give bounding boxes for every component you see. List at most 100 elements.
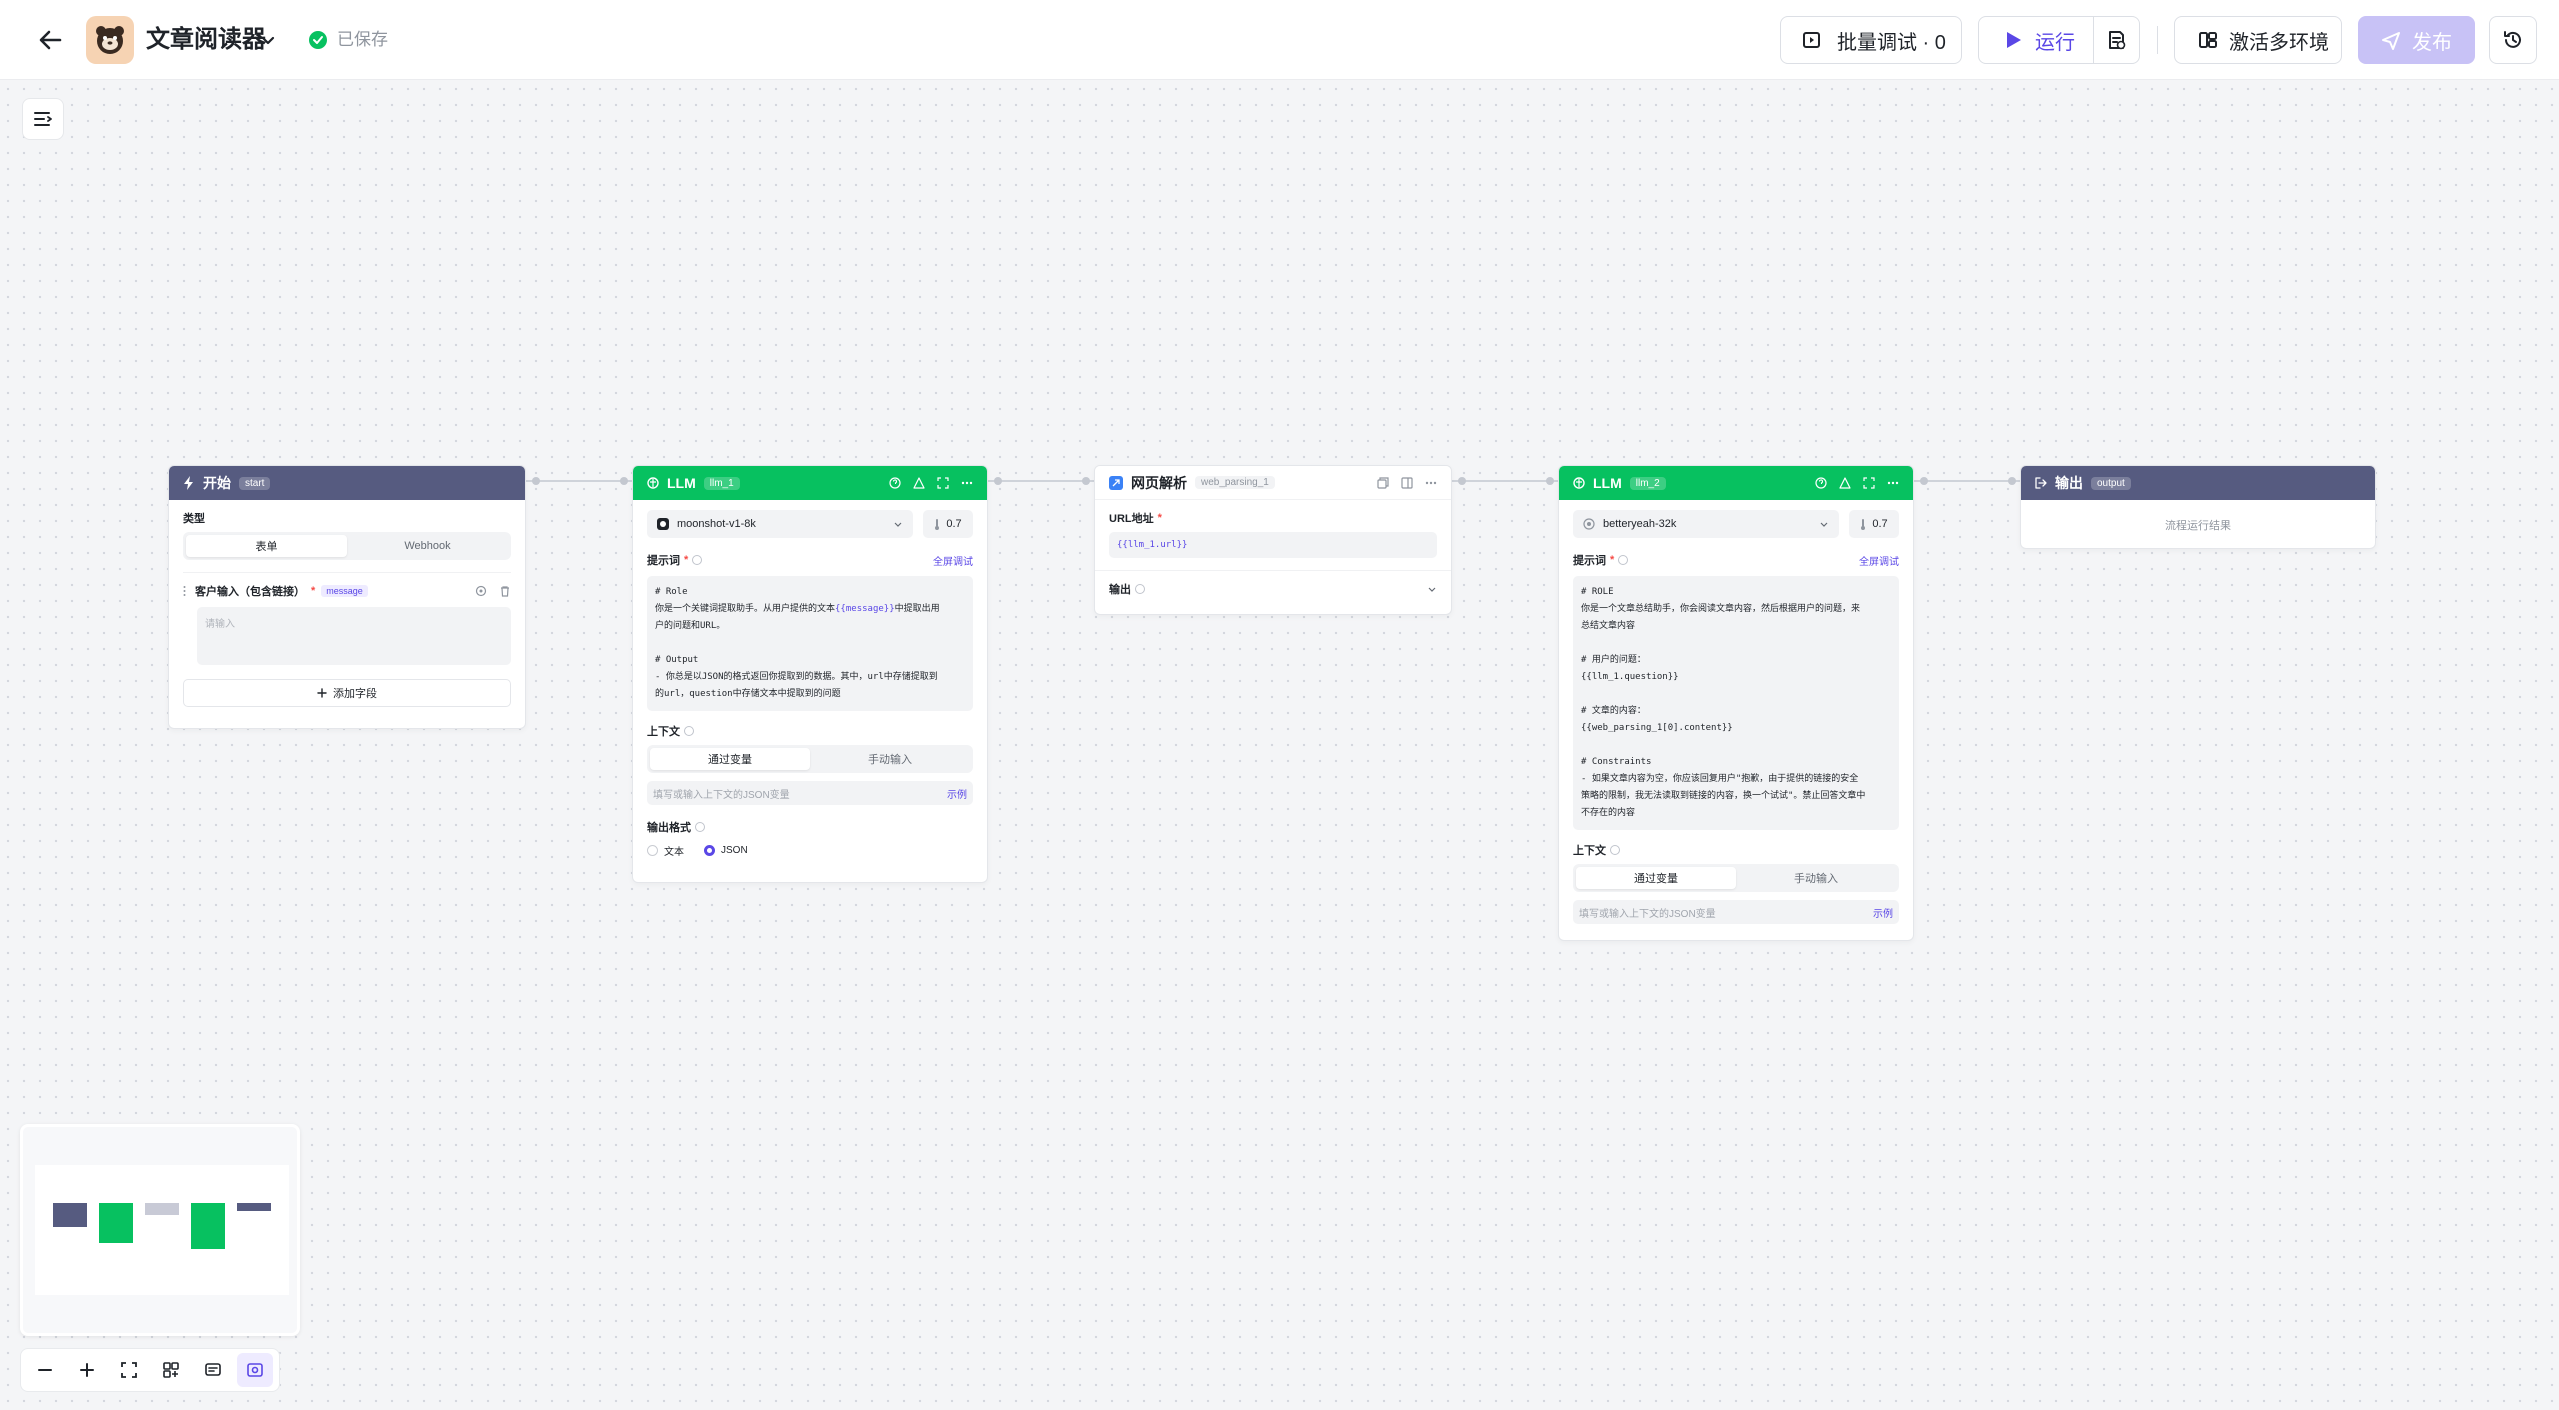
chevron-down-icon[interactable] <box>258 30 278 50</box>
more-icon[interactable] <box>1887 477 1899 489</box>
map-icon <box>247 1363 263 1377</box>
node-start[interactable]: 开始 start 类型 表单 Webhook 客户输入（包含链接） * mess… <box>168 465 526 729</box>
help-icon[interactable] <box>889 477 901 489</box>
node-title: LLM <box>667 475 696 491</box>
comment-button[interactable] <box>195 1353 231 1387</box>
sidebar-toggle-button[interactable] <box>22 98 64 140</box>
prompt-line: 户的问题和URL。 <box>655 621 726 631</box>
auto-layout-button[interactable] <box>153 1353 189 1387</box>
history-button[interactable] <box>2489 16 2537 64</box>
document-run-icon <box>2109 31 2126 50</box>
minimap-toggle-button[interactable] <box>237 1353 273 1387</box>
node-output[interactable]: 输出 output 流程运行结果 <box>2020 465 2376 549</box>
panel-icon[interactable] <box>1401 476 1413 489</box>
context-manual-input[interactable]: 手动输入 <box>1736 867 1896 889</box>
exit-icon <box>2035 477 2047 489</box>
batch-debug-button[interactable]: 批量调试 · 0 <box>1780 16 1962 64</box>
fullscreen-debug-link[interactable]: 全屏调试 <box>933 553 973 568</box>
play-icon <box>2007 32 2021 48</box>
format-json-radio[interactable]: JSON <box>704 845 748 856</box>
prompt-editor[interactable]: # Role 你是一个关键词提取助手。从用户提供的文本{{message}}中提… <box>647 576 973 711</box>
drag-handle-icon[interactable] <box>183 585 189 597</box>
warning-icon[interactable] <box>913 477 925 489</box>
prompt-editor[interactable]: # ROLE 你是一个文章总结助手，你会阅读文章内容，然后根据用户的问题，来 总… <box>1573 576 1899 830</box>
activate-env-button[interactable]: 激活多环境 <box>2174 16 2342 64</box>
more-icon[interactable] <box>961 477 973 489</box>
fullscreen-debug-link[interactable]: 全屏调试 <box>1859 553 1899 568</box>
example-link[interactable]: 示例 <box>1873 905 1893 920</box>
back-arrow-icon[interactable] <box>34 24 66 56</box>
zoom-in-button[interactable] <box>69 1353 105 1387</box>
context-label-row: 上下文 <box>1573 842 1899 858</box>
example-link[interactable]: 示例 <box>947 786 967 801</box>
output-format-label: 输出格式 <box>647 822 691 834</box>
context-by-variable[interactable]: 通过变量 <box>650 748 810 770</box>
node-web-parsing[interactable]: 网页解析 web_parsing_1 URL地址 * {{llm_1.url}}… <box>1094 465 1452 615</box>
context-variable-input[interactable]: 填写或输入上下文的JSON变量 示例 <box>1573 900 1899 924</box>
minimap[interactable] <box>20 1124 300 1336</box>
menu-collapse-icon <box>34 112 52 126</box>
expand-icon[interactable] <box>937 477 949 489</box>
node-llm-1[interactable]: LLM llm_1 moonshot-v1-8k 0.7 提示词 * 全屏调试 <box>632 465 988 883</box>
node-output-header[interactable]: 输出 output <box>2021 466 2375 500</box>
zoom-out-button[interactable] <box>27 1353 63 1387</box>
edge-port <box>620 477 628 485</box>
help-icon[interactable] <box>1815 477 1827 489</box>
type-option-form[interactable]: 表单 <box>186 535 347 557</box>
prompt-line: 你是一个关键词提取助手。从用户提供的文本 <box>655 604 836 614</box>
url-label-row: URL地址 * <box>1109 512 1162 525</box>
node-llm-2-header[interactable]: LLM llm_2 <box>1559 466 1913 500</box>
llm-brain-icon <box>647 477 659 489</box>
prompt-label: 提示词 <box>647 555 680 567</box>
model-select[interactable]: betteryeah-32k <box>1573 510 1839 538</box>
context-variable-input[interactable]: 填写或输入上下文的JSON变量 示例 <box>647 781 973 805</box>
more-icon[interactable] <box>1425 477 1437 489</box>
copy-icon[interactable] <box>1377 476 1389 489</box>
plus-icon <box>317 688 327 698</box>
context-by-variable[interactable]: 通过变量 <box>1576 867 1736 889</box>
input-field-row[interactable]: 客户输入（包含链接） * message <box>183 583 511 599</box>
prompt-variable: {{message}} <box>835 604 895 614</box>
minus-icon <box>38 1369 52 1371</box>
warning-icon[interactable] <box>1839 477 1851 489</box>
field-preview-input[interactable]: 请输入 <box>197 607 511 665</box>
expand-icon[interactable] <box>1863 477 1875 489</box>
run-button[interactable]: 运行 <box>1979 17 2094 63</box>
trash-icon[interactable] <box>499 585 511 597</box>
run-log-button[interactable] <box>2094 17 2139 63</box>
bear-logo-icon <box>96 26 124 54</box>
node-tag: llm_2 <box>1629 476 1666 490</box>
minimap-node-web <box>145 1203 179 1215</box>
node-start-header[interactable]: 开始 start <box>169 466 525 500</box>
workflow-canvas[interactable] <box>0 81 2559 1410</box>
context-manual-input[interactable]: 手动输入 <box>810 748 970 770</box>
model-name: moonshot-v1-8k <box>677 518 756 530</box>
info-icon <box>692 555 703 565</box>
run-button-group: 运行 <box>1978 16 2140 64</box>
thermometer-icon <box>1861 519 1866 530</box>
node-llm-2[interactable]: LLM llm_2 betteryeah-32k 0.7 提示词 * 全屏调试 <box>1558 465 1914 941</box>
edge-port <box>994 477 1002 485</box>
minimap-viewport[interactable] <box>35 1165 289 1295</box>
node-llm-1-header[interactable]: LLM llm_1 <box>633 466 987 500</box>
app-title[interactable]: 文章阅读器 <box>146 26 266 54</box>
prompt-line: - 你总是以JSON的格式返回你提取到的数据。其中，url中存储提取到 <box>655 672 938 682</box>
output-section-toggle[interactable]: 输出 <box>1109 581 1437 597</box>
output-format-options: 文本 JSON <box>647 843 973 858</box>
check-circle-icon <box>308 30 328 50</box>
output-format-label-row: 输出格式 <box>647 819 973 835</box>
node-web-header[interactable]: 网页解析 web_parsing_1 <box>1095 466 1451 500</box>
format-text-radio[interactable]: 文本 <box>647 843 684 858</box>
type-option-webhook[interactable]: Webhook <box>347 535 508 557</box>
prompt-line: 的url，question中存储文本中提取到的问题 <box>655 689 841 699</box>
publish-button[interactable]: 发布 <box>2358 16 2475 64</box>
prompt-line: 中提取出用 <box>894 604 940 614</box>
prompt-label-row: 提示词 * 全屏调试 <box>647 553 973 568</box>
fit-view-button[interactable] <box>111 1353 147 1387</box>
settings-icon[interactable] <box>475 585 487 597</box>
model-select[interactable]: moonshot-v1-8k <box>647 510 913 538</box>
add-field-button[interactable]: 添加字段 <box>183 679 511 707</box>
url-input[interactable]: {{llm_1.url}} <box>1109 532 1437 558</box>
temperature-setting[interactable]: 0.7 <box>923 510 973 538</box>
temperature-setting[interactable]: 0.7 <box>1849 510 1899 538</box>
